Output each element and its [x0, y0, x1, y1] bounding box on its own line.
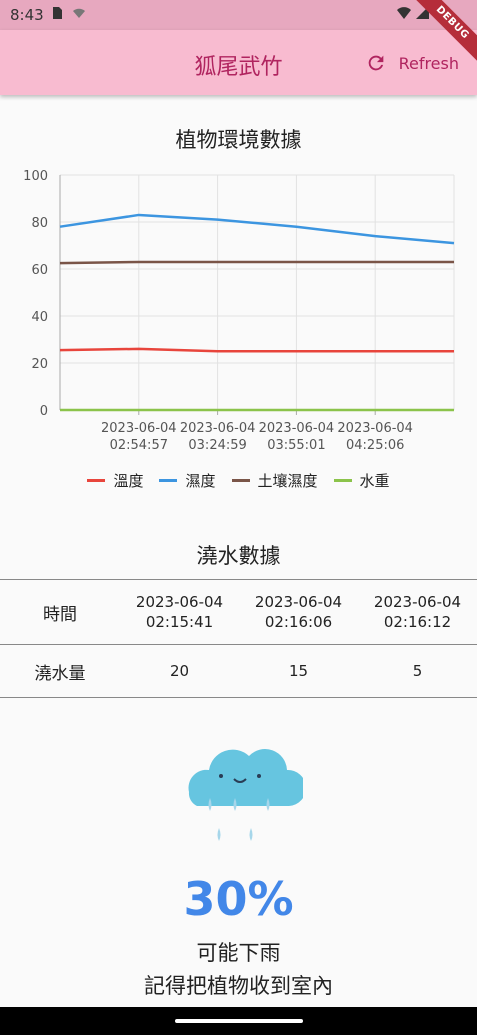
- status-bar: 8:43 DEBUG: [0, 0, 477, 69]
- watering-clock: 02:16:06: [264, 613, 333, 631]
- watering-table: 時間 2023-06-04 02:15:41 2023-06-04 02:16:06…: [0, 579, 477, 698]
- chart-title: 植物環境數據: [175, 128, 302, 152]
- rain-message: 可能下雨: [196, 941, 281, 965]
- series-line-溫度: [59, 347, 454, 353]
- legend-label: 水重: [359, 472, 390, 490]
- x-tick-label: 03:55:01: [267, 438, 325, 453]
- watering-clock: 02:16:12: [383, 613, 452, 631]
- legend-swatch: [87, 479, 106, 482]
- legend-label: 濕度: [185, 472, 216, 490]
- watering-time-cell: 2023-06-04 02:16:06: [239, 579, 358, 645]
- legend-item: 土壤濕度: [231, 470, 318, 491]
- y-tick-label: 40: [31, 310, 48, 325]
- x-tick-label: 04:25:06: [346, 438, 404, 453]
- legend-label: 土壤濕度: [257, 472, 318, 490]
- watering-date: 2023-06-04: [135, 593, 224, 611]
- watering-time-cell: 2023-06-04 02:15:41: [120, 579, 239, 645]
- amount-header: 澆水量: [0, 644, 120, 698]
- rain-advice: 記得把植物收到室內: [144, 974, 333, 998]
- legend-label: 溫度: [113, 472, 144, 490]
- rain-cloud-icon: [188, 749, 303, 841]
- x-tick-label: 02:54:57: [110, 438, 168, 453]
- x-tick-label: 2023-06-04: [259, 421, 335, 436]
- series-line-土壤濕度: [59, 260, 454, 265]
- refresh-label: Refresh: [398, 53, 459, 73]
- refresh-icon: [368, 55, 383, 71]
- watering-date: 2023-06-04: [373, 593, 462, 611]
- legend-swatch: [231, 479, 250, 482]
- status-time: 8:43: [10, 6, 44, 24]
- watering-date: 2023-06-04: [254, 593, 343, 611]
- rain-probability: 30%: [183, 872, 294, 926]
- chart-legend: 溫度 濕度 土壤濕度 水重: [0, 470, 477, 491]
- x-tick-label: 2023-06-04: [101, 421, 177, 436]
- watering-title: 澆水數據: [196, 544, 281, 568]
- legend-swatch: [333, 479, 352, 482]
- watering-amount-cell: 5: [358, 644, 477, 698]
- legend-swatch: [159, 479, 178, 482]
- y-tick-label: 80: [31, 216, 48, 231]
- watering-clock: 02:15:41: [145, 613, 214, 631]
- time-header: 時間: [0, 579, 120, 645]
- wifi-icon: [397, 7, 411, 19]
- watering-time-cell: 2023-06-04 02:16:12: [358, 579, 477, 645]
- legend-item: 溫度: [87, 470, 143, 491]
- wifi-question-icon: [73, 8, 85, 18]
- sim-card-icon: [53, 7, 62, 19]
- watering-amount-cell: 20: [120, 644, 239, 698]
- home-handle[interactable]: [175, 1019, 303, 1023]
- refresh-button[interactable]: Refresh: [365, 48, 459, 78]
- watering-amount-cell: 15: [239, 644, 358, 698]
- y-tick-label: 20: [31, 357, 48, 372]
- environment-chart: 0 20 40 60 80 100 2023-06-04 02:54:57 2023-06-04…: [23, 169, 455, 453]
- watering-time-row: 時間 2023-06-04 02:15:41 2023-06-04 02:16:06…: [0, 579, 477, 645]
- y-tick-label: 60: [31, 263, 48, 278]
- legend-item: 水重: [333, 470, 390, 491]
- watering-amount-row: 澆水量 20 15 5: [0, 644, 477, 698]
- x-tick-label: 03:24:59: [188, 438, 246, 453]
- x-tick-label: 2023-06-04: [337, 421, 413, 436]
- series-line-濕度: [59, 213, 455, 245]
- x-tick-label: 2023-06-04: [180, 421, 256, 436]
- y-tick-label: 0: [40, 404, 48, 419]
- y-tick-label: 100: [23, 169, 48, 184]
- legend-item: 濕度: [159, 470, 216, 491]
- navigation-bar: [0, 1007, 477, 1035]
- app-bar: 狐尾武竹 Refresh: [0, 30, 477, 95]
